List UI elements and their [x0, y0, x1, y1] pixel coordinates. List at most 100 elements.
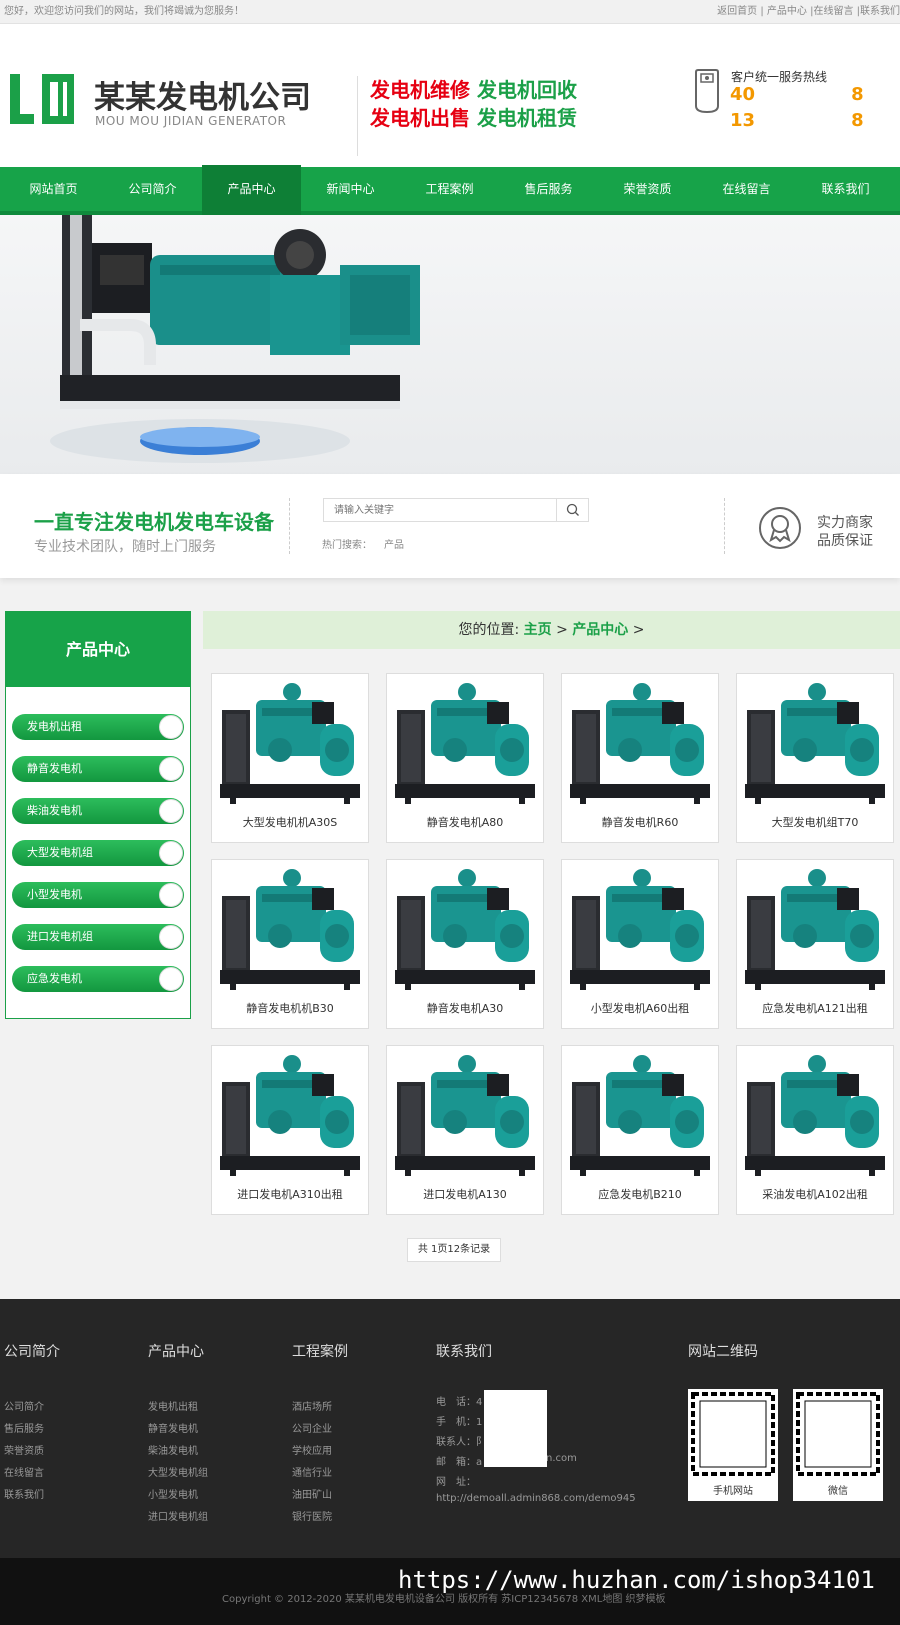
chevron-right-icon: [159, 883, 183, 907]
qr-code-icon: [796, 1392, 880, 1476]
footer-products-title: 产品中心: [148, 1344, 204, 1360]
product-name[interactable]: 静音发电机机B30: [212, 1000, 368, 1016]
product-card[interactable]: 采油发电机A102出租: [736, 1045, 894, 1215]
footer-link[interactable]: 小型发电机: [148, 1486, 198, 1501]
product-name[interactable]: 静音发电机A80: [387, 814, 543, 830]
product-card[interactable]: 大型发电机机A30S: [211, 673, 369, 843]
sidebar-item-emergency[interactable]: 应急发电机: [12, 966, 184, 992]
nav-products[interactable]: 产品中心: [202, 165, 301, 215]
footer-link[interactable]: 在线留言: [4, 1464, 44, 1479]
footer-link[interactable]: 学校应用: [292, 1442, 332, 1457]
slogan-sale: 发电机出售: [370, 106, 470, 130]
contact-website-url[interactable]: http://demoall.admin868.com/demo945: [436, 1493, 636, 1504]
search-icon: [566, 503, 579, 516]
footer-link[interactable]: 大型发电机组: [148, 1464, 208, 1479]
footer-link[interactable]: 发电机出租: [148, 1398, 198, 1413]
slogan-repair: 发电机维修: [370, 78, 470, 102]
generator-image: [395, 869, 535, 990]
footer-qr-title: 网站二维码: [688, 1344, 758, 1360]
product-card[interactable]: 静音发电机R60: [561, 673, 719, 843]
product-name[interactable]: 小型发电机A60出租: [562, 1000, 718, 1016]
qr-mobile-label: 手机网站: [713, 1486, 753, 1497]
product-card[interactable]: 小型发电机A60出租: [561, 859, 719, 1029]
sidebar-title: 产品中心: [6, 612, 190, 687]
nav-home[interactable]: 网站首页: [4, 167, 103, 215]
generator-image: [395, 1055, 535, 1176]
product-card[interactable]: 静音发电机机B30: [211, 859, 369, 1029]
top-quick-links[interactable]: 返回首页 | 产品中心 |在线留言 |联系我们: [717, 0, 900, 24]
footer-link[interactable]: 油田矿山: [292, 1486, 332, 1501]
sidebar-item-diesel[interactable]: 柴油发电机: [12, 798, 184, 824]
chevron-right-icon: [159, 799, 183, 823]
nav-news[interactable]: 新闻中心: [301, 167, 400, 215]
nav-about[interactable]: 公司简介: [103, 167, 202, 215]
footer-link[interactable]: 通信行业: [292, 1464, 332, 1479]
product-name[interactable]: 大型发电机机A30S: [212, 814, 368, 830]
sidebar-item-large[interactable]: 大型发电机组: [12, 840, 184, 866]
footer-link[interactable]: 公司简介: [4, 1398, 44, 1413]
product-name[interactable]: 应急发电机A121出租: [737, 1000, 893, 1016]
product-name[interactable]: 进口发电机A130: [387, 1186, 543, 1202]
product-name[interactable]: 应急发电机B210: [562, 1186, 718, 1202]
copyright-bar: Copyright © 2012-2020 某某机电发电机设备公司 版权所有 苏…: [0, 1558, 900, 1625]
generator-hero-image: [50, 215, 420, 463]
footer-link[interactable]: 酒店场所: [292, 1398, 332, 1413]
footer-contact-title: 联系我们: [436, 1344, 492, 1360]
nav-message[interactable]: 在线留言: [697, 167, 796, 215]
sidebar-item-label: 小型发电机: [27, 888, 82, 901]
footer-link[interactable]: 联系我们: [4, 1486, 44, 1501]
product-sidebar: 产品中心 发电机出租 静音发电机 柴油发电机 大型发电机组 小型发电机 进口发电…: [5, 611, 191, 1019]
footer-link[interactable]: 柴油发电机: [148, 1442, 198, 1457]
product-card[interactable]: 应急发电机A121出租: [736, 859, 894, 1029]
chevron-right-icon: [159, 715, 183, 739]
product-name[interactable]: 进口发电机A310出租: [212, 1186, 368, 1202]
product-name[interactable]: 大型发电机组T70: [737, 814, 893, 830]
footer-link[interactable]: 荣誉资质: [4, 1442, 44, 1457]
footer-link[interactable]: 公司企业: [292, 1420, 332, 1435]
search-button[interactable]: [556, 499, 588, 521]
nav-honors[interactable]: 荣誉资质: [598, 167, 697, 215]
product-name[interactable]: 静音发电机R60: [562, 814, 718, 830]
nav-service[interactable]: 售后服务: [499, 167, 598, 215]
footer-link[interactable]: 进口发电机组: [148, 1508, 208, 1523]
nav-contact[interactable]: 联系我们: [796, 167, 895, 215]
breadcrumb-current[interactable]: 产品中心: [572, 622, 628, 638]
site-footer: 公司简介 公司简介 售后服务 荣誉资质 在线留言 联系我们 产品中心 发电机出租…: [0, 1299, 900, 1558]
product-card[interactable]: 应急发电机B210: [561, 1045, 719, 1215]
hot-search-keyword[interactable]: 产品: [384, 540, 404, 551]
product-card[interactable]: 静音发电机A80: [386, 673, 544, 843]
footer-link[interactable]: 静音发电机: [148, 1420, 198, 1435]
generator-image: [745, 683, 885, 804]
sidebar-item-rental[interactable]: 发电机出租: [12, 714, 184, 740]
search-input[interactable]: [334, 501, 554, 519]
redaction-block: [484, 1390, 547, 1467]
logo-icon[interactable]: [10, 74, 74, 124]
footer-link[interactable]: 售后服务: [4, 1420, 44, 1435]
phone-icon: [695, 69, 719, 114]
generator-image: [745, 869, 885, 990]
product-card[interactable]: 大型发电机组T70: [736, 673, 894, 843]
contact-email: 邮 箱：a: [436, 1457, 483, 1468]
sidebar-item-small[interactable]: 小型发电机: [12, 882, 184, 908]
product-card[interactable]: 进口发电机A130: [386, 1045, 544, 1215]
hotline-number-2: 13 8: [730, 110, 864, 131]
welcome-text: 您好，欢迎您访问我们的网站，我们将竭诚为您服务！: [4, 6, 244, 17]
qr-mobile-site: 手机网站: [688, 1389, 778, 1501]
product-card[interactable]: 进口发电机A310出租: [211, 1045, 369, 1215]
footer-link[interactable]: 银行医院: [292, 1508, 332, 1523]
sidebar-item-imported[interactable]: 进口发电机组: [12, 924, 184, 950]
chevron-right-icon: [159, 841, 183, 865]
quality-badge-icon: [759, 507, 801, 549]
contact-phone: 电 话：4: [436, 1397, 483, 1408]
generator-image: [220, 869, 360, 990]
product-name[interactable]: 静音发电机A30: [387, 1000, 543, 1016]
sidebar-item-silent[interactable]: 静音发电机: [12, 756, 184, 782]
nav-cases[interactable]: 工程案例: [400, 167, 499, 215]
product-card[interactable]: 静音发电机A30: [386, 859, 544, 1029]
product-name[interactable]: 采油发电机A102出租: [737, 1186, 893, 1202]
breadcrumb-home[interactable]: 主页: [524, 622, 552, 638]
breadcrumb-prefix: 您的位置:: [458, 622, 524, 638]
qr-wechat: 微信: [793, 1389, 883, 1501]
hotline-1-start: 40: [730, 84, 756, 105]
sidebar-item-label: 进口发电机组: [27, 930, 93, 943]
